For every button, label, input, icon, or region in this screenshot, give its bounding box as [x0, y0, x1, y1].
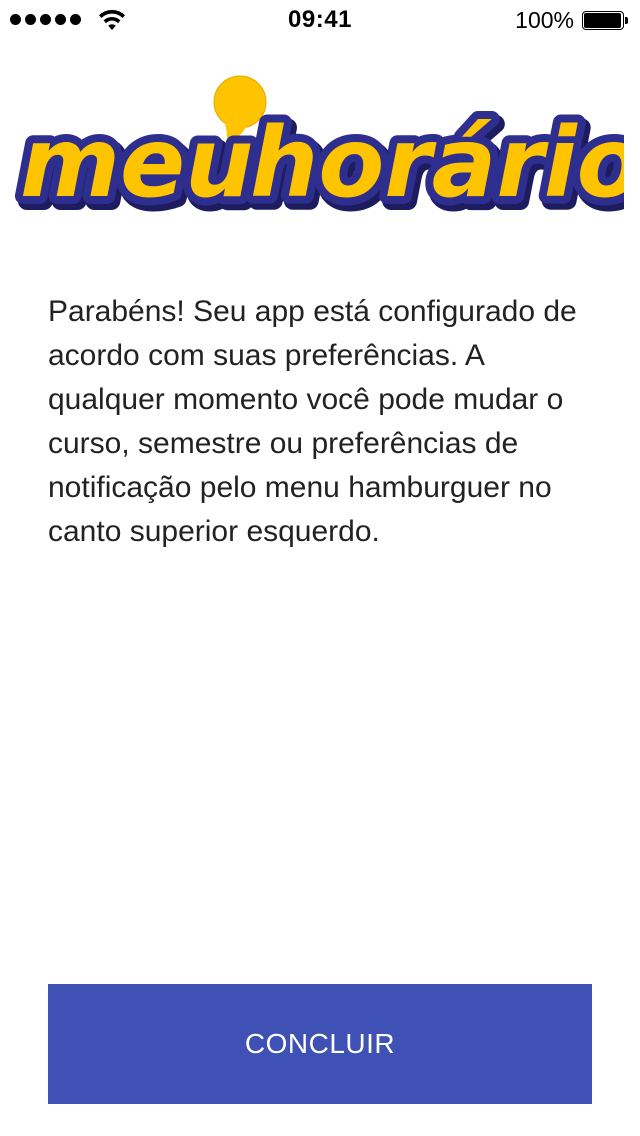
logo-text-meu: meu [20, 107, 253, 219]
logo-text-horario: horário [250, 107, 624, 219]
screen: 09:41 100% meu horário meu horário meu h… [0, 0, 640, 1136]
battery-icon [582, 11, 628, 30]
completion-message: Parabéns! Seu app está configurado de ac… [48, 295, 577, 548]
finish-button[interactable]: CONCLUIR [48, 984, 592, 1104]
battery-percentage: 100% [515, 7, 574, 33]
status-bar: 09:41 100% [0, 0, 640, 40]
app-logo: meu horário meu horário meu horário [10, 70, 624, 230]
